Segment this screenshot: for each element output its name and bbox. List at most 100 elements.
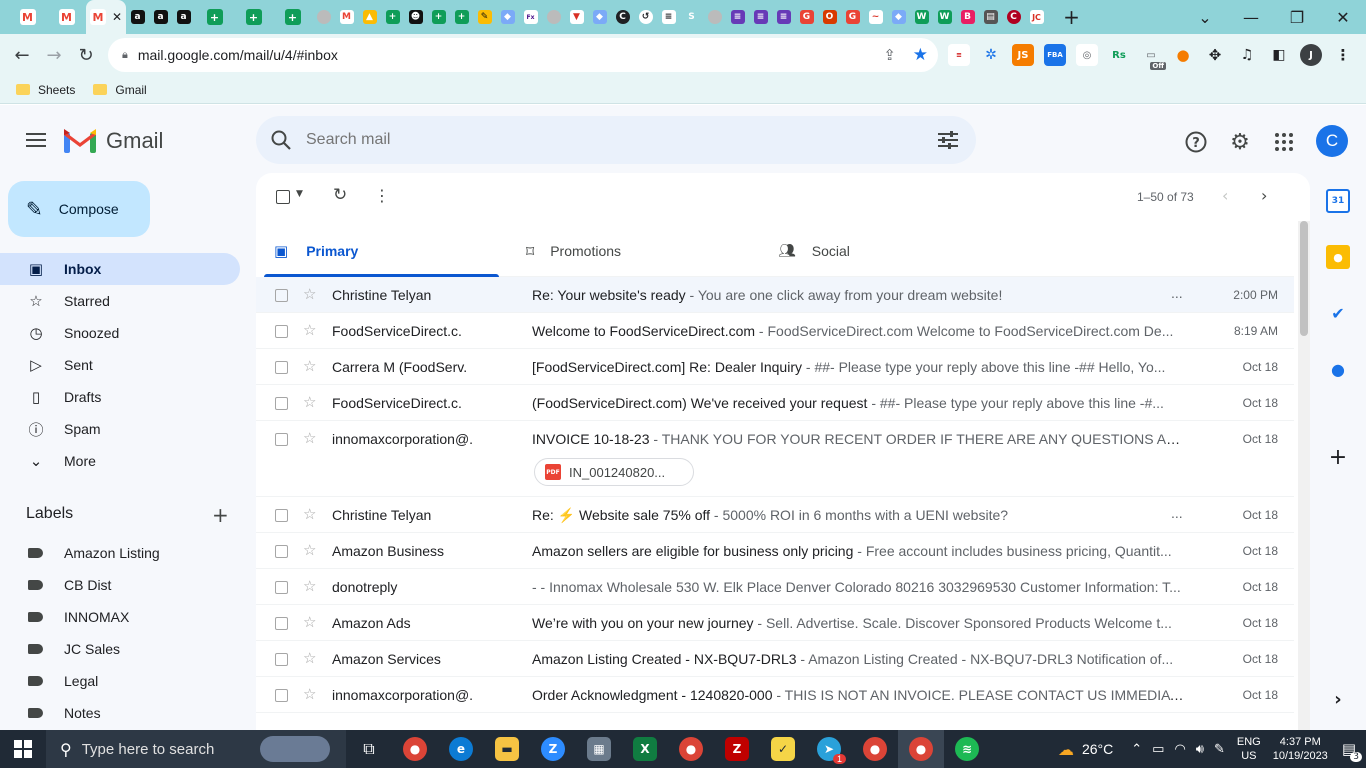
attachment-chip[interactable]: PDF IN_001240820... xyxy=(534,458,694,486)
taskbar-telegram[interactable]: ➤ 1 xyxy=(806,730,852,768)
email-row[interactable]: ☆ Christine Telyan Re: ⚡ Website sale 75% … xyxy=(256,497,1294,533)
tab-amazon-3[interactable]: a xyxy=(172,0,195,34)
clock[interactable]: 4:37 PM 10/19/2023 xyxy=(1273,735,1328,763)
task-view-button[interactable]: ⧉ xyxy=(346,730,392,768)
row-checkbox[interactable] xyxy=(275,653,288,666)
row-checkbox[interactable] xyxy=(275,433,288,446)
tab-close-icon[interactable]: ✕ xyxy=(112,10,122,24)
star-icon[interactable]: ☆ xyxy=(303,541,316,559)
label-item[interactable]: JC Sales xyxy=(0,633,240,665)
compose-button[interactable]: ✎ Compose xyxy=(8,181,150,237)
tab-generic[interactable]: Fx xyxy=(519,0,542,34)
row-checkbox[interactable] xyxy=(275,617,288,630)
label-item[interactable]: Legal xyxy=(0,665,240,697)
extension-icon[interactable]: ● xyxy=(1172,44,1194,66)
taskbar-calculator[interactable]: ▦ xyxy=(576,730,622,768)
settings-button[interactable]: ⚙ xyxy=(1226,128,1254,156)
sidepanel-icon[interactable]: ◧ xyxy=(1268,44,1290,66)
tab-amazon-2[interactable]: a xyxy=(149,0,172,34)
tab-gmail-1[interactable]: M xyxy=(8,0,47,34)
puzzle-icon[interactable]: ✥ xyxy=(1204,44,1226,66)
tab-person[interactable]: ☻ xyxy=(404,0,427,34)
language-indicator[interactable]: ENG US xyxy=(1237,735,1261,763)
label-item[interactable]: Amazon Listing xyxy=(0,537,240,569)
taskbar-chrome[interactable]: ● xyxy=(392,730,438,768)
volume-icon[interactable]: 🔊︎ xyxy=(1196,742,1204,757)
tab-primary[interactable]: ▣ Primary xyxy=(264,225,499,277)
email-row[interactable]: ☆ innomaxcorporation@. Order Acknowledgmen… xyxy=(256,677,1294,713)
off-extension-icon[interactable]: ▭ Off xyxy=(1140,44,1166,70)
search-options-icon[interactable] xyxy=(938,131,958,149)
keep-icon[interactable]: ● xyxy=(1326,245,1350,269)
reload-button[interactable]: ↻ xyxy=(70,39,102,71)
star-icon[interactable]: ☆ xyxy=(303,357,316,375)
search-bar[interactable] xyxy=(256,116,976,164)
tab-social[interactable]: 👥︎ Social xyxy=(768,225,1003,277)
row-checkbox[interactable] xyxy=(275,289,288,302)
taskbar-chrome-2[interactable]: ● xyxy=(668,730,714,768)
row-checkbox[interactable] xyxy=(275,545,288,558)
tab-sheets-6[interactable]: + xyxy=(450,0,473,34)
nav-inbox[interactable]: ▣ Inbox xyxy=(0,253,240,285)
nav-starred[interactable]: ☆ Starred xyxy=(0,285,240,317)
tab-sheets-1[interactable]: + xyxy=(195,0,234,34)
email-row[interactable]: ☆ donotreply - - Innomax Wholesale 530 W. … xyxy=(256,569,1294,605)
tab-generic[interactable]: ▤ xyxy=(979,0,1002,34)
fba-extension-icon[interactable]: FBA xyxy=(1044,44,1066,66)
tab-generic[interactable] xyxy=(312,0,335,34)
tab-forms-2[interactable]: ≡ xyxy=(749,0,772,34)
scrollbar[interactable] xyxy=(1298,221,1310,730)
taskbar-search[interactable]: ⚲ Type here to search xyxy=(46,730,346,768)
more-actions-button[interactable]: ⋮ xyxy=(374,186,390,205)
row-checkbox[interactable] xyxy=(275,581,288,594)
nav-drafts[interactable]: ▯ Drafts xyxy=(0,381,240,413)
row-checkbox[interactable] xyxy=(275,361,288,374)
older-button[interactable]: › xyxy=(1261,186,1267,205)
star-icon[interactable]: ☆ xyxy=(303,649,316,667)
newer-button[interactable]: ‹ xyxy=(1222,186,1228,205)
tab-amazon-1[interactable]: a xyxy=(126,0,149,34)
close-window-button[interactable]: ✕ xyxy=(1320,0,1366,34)
tasks-icon[interactable]: ✔ xyxy=(1326,301,1350,325)
tab-generic[interactable]: ◆ xyxy=(496,0,519,34)
tab-generic[interactable]: ✎ xyxy=(473,0,496,34)
row-checkbox[interactable] xyxy=(275,325,288,338)
extension-icon[interactable]: ◎ xyxy=(1076,44,1098,66)
profile-avatar[interactable]: J xyxy=(1300,44,1322,66)
bookmark-star-icon[interactable]: ★ xyxy=(913,45,928,65)
tab-generic[interactable]: ↺ xyxy=(634,0,657,34)
tab-gmail-active[interactable]: M ✕ xyxy=(86,0,126,34)
forward-button[interactable]: → xyxy=(38,39,70,71)
label-item[interactable]: INNOMAX xyxy=(0,601,240,633)
tab-wix-2[interactable]: W xyxy=(933,0,956,34)
star-icon[interactable]: ☆ xyxy=(303,429,316,447)
refresh-button[interactable]: ↻ xyxy=(333,185,347,205)
email-row[interactable]: ☆ Christine Telyan Re: Your website's read… xyxy=(256,277,1294,313)
create-label-button[interactable]: + xyxy=(212,503,229,527)
tab-generic[interactable]: ≡ xyxy=(657,0,680,34)
contacts-icon[interactable]: ● xyxy=(1326,357,1350,381)
tab-google[interactable]: G xyxy=(841,0,864,34)
taskbar-chrome-4[interactable]: ● xyxy=(898,730,944,768)
tab-generic[interactable]: C xyxy=(611,0,634,34)
extension-icon[interactable]: ≡ xyxy=(948,44,970,66)
taskbar-spotify[interactable]: ≋ xyxy=(944,730,990,768)
tab-sheets-5[interactable]: + xyxy=(427,0,450,34)
star-icon[interactable]: ☆ xyxy=(303,577,316,595)
address-bar[interactable]: 🔒︎ mail.google.com/mail/u/4/#inbox ⇪ ★ xyxy=(108,38,938,72)
taskbar-edge[interactable]: e xyxy=(438,730,484,768)
tab-generic[interactable]: ◆ xyxy=(588,0,611,34)
star-icon[interactable]: ☆ xyxy=(303,285,316,303)
tab-gmail-3[interactable]: M xyxy=(335,0,358,34)
gmail-logo[interactable]: Gmail xyxy=(64,128,163,154)
email-row[interactable]: ☆ Carrera M (FoodServ. [FoodServiceDirect.… xyxy=(256,349,1294,385)
row-checkbox[interactable] xyxy=(275,509,288,522)
nav-more[interactable]: ⌄ More xyxy=(0,445,240,477)
nav-spam[interactable]: ⓘ Spam xyxy=(0,413,240,445)
select-dropdown-icon[interactable]: ▼ xyxy=(296,189,303,199)
tab-b[interactable]: B xyxy=(956,0,979,34)
taskbar-chrome-3[interactable]: ● xyxy=(852,730,898,768)
tray-chevron-icon[interactable]: ⌃ xyxy=(1131,742,1142,757)
email-row[interactable]: ☆ Amazon Ads We’re with you on your new jo… xyxy=(256,605,1294,641)
start-button[interactable] xyxy=(0,730,46,768)
